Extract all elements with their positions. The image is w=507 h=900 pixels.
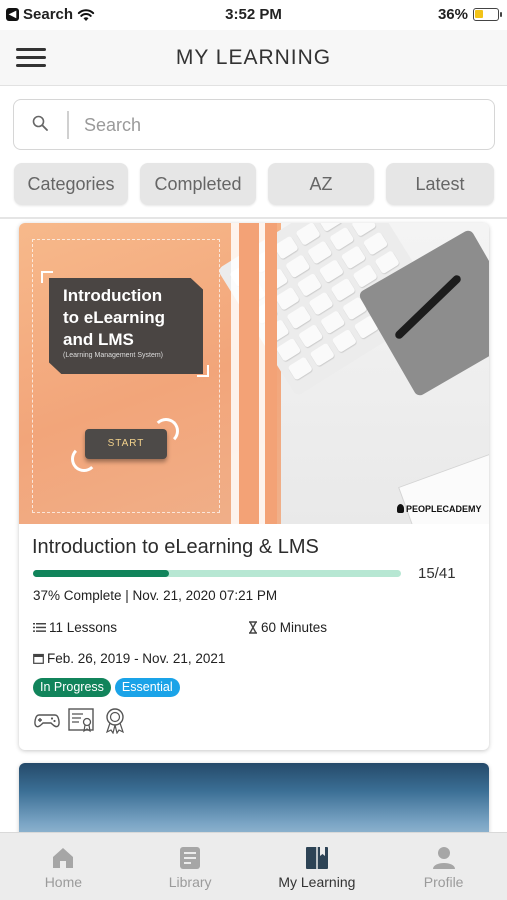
- lessons-progress: 15/41: [418, 565, 456, 582]
- course-title[interactable]: Introduction to eLearning & LMS: [32, 536, 319, 559]
- filter-completed-button[interactable]: Completed: [140, 163, 256, 205]
- tab-label: Home: [44, 874, 83, 890]
- filter-categories-button[interactable]: Categories: [14, 163, 128, 205]
- progress-fill: [33, 570, 170, 577]
- list-icon: [33, 623, 46, 632]
- status-badges: In Progress Essential: [33, 678, 180, 697]
- tab-bar: Home Library My Learning Profile: [0, 832, 507, 900]
- profile-icon: [432, 847, 455, 869]
- gamepad-icon: [33, 706, 61, 734]
- status-bar: ◀ Search 3:52 PM 36%: [0, 0, 507, 28]
- divider: [0, 217, 507, 219]
- thumbnail-subtitle: (Learning Management System): [63, 352, 163, 359]
- date-range: Feb. 26, 2019 - Nov. 21, 2021: [47, 651, 226, 666]
- status-badge: In Progress: [33, 678, 111, 697]
- filter-latest-button[interactable]: Latest: [386, 163, 494, 205]
- clock: 3:52 PM: [225, 6, 282, 23]
- lessons-count: 11 Lessons: [49, 620, 118, 635]
- tab-home[interactable]: Home: [0, 833, 127, 900]
- course-thumbnail[interactable]: Introduction to eLearning and LMS (Learn…: [19, 223, 489, 524]
- tab-label: Library: [168, 874, 212, 890]
- award-icon: [101, 706, 129, 735]
- thumbnail-title-box: Introduction to eLearning and LMS (Learn…: [49, 278, 203, 374]
- duration-meta: 60 Minutes: [248, 620, 327, 635]
- tab-library[interactable]: Library: [127, 833, 254, 900]
- brand-logo: PEOPLECADEMY: [397, 504, 482, 514]
- course-details: Introduction to eLearning & LMS 15/41 37…: [19, 524, 489, 750]
- progress-bar: [33, 570, 401, 577]
- tab-label: My Learning: [278, 874, 356, 890]
- certificate-icon: [67, 706, 95, 734]
- thumbnail-title-line: to eLearning: [63, 308, 166, 327]
- my-learning-icon: [305, 847, 328, 869]
- page-title: MY LEARNING: [175, 46, 332, 69]
- home-icon: [53, 848, 74, 868]
- battery-icon: [473, 8, 502, 21]
- duration: 60 Minutes: [261, 620, 328, 635]
- thumbnail-title-line: Introduction: [63, 286, 163, 305]
- completion-status: 37% Complete | Nov. 21, 2020 07:21 PM: [33, 588, 278, 603]
- thumbnail-start-button[interactable]: START: [85, 429, 167, 459]
- tab-my-learning[interactable]: My Learning: [254, 833, 381, 900]
- app-header: MY LEARNING: [0, 30, 507, 86]
- course-card[interactable]: [19, 763, 489, 843]
- tab-label: Profile: [423, 874, 464, 890]
- search-divider: [67, 111, 69, 139]
- library-icon: [180, 847, 201, 869]
- filter-bar: Categories Completed AZ Latest: [14, 163, 494, 205]
- battery-percent: 36%: [437, 6, 468, 23]
- thumbnail-title-line: and LMS: [63, 330, 134, 349]
- hourglass-icon: [249, 621, 257, 634]
- tab-profile[interactable]: Profile: [380, 833, 507, 900]
- filter-az-button[interactable]: AZ: [268, 163, 374, 205]
- category-badge: Essential: [114, 678, 180, 697]
- search-icon: [32, 115, 48, 131]
- course-type-icons: [33, 706, 129, 735]
- search-input[interactable]: [84, 110, 474, 140]
- lessons-meta: 11 Lessons: [33, 620, 117, 635]
- search-bar: [13, 99, 495, 150]
- dates-meta: Feb. 26, 2019 - Nov. 21, 2021: [33, 651, 225, 666]
- battery-status: 36%: [437, 6, 502, 23]
- course-card[interactable]: Introduction to eLearning and LMS (Learn…: [19, 223, 489, 750]
- calendar-icon: [33, 653, 44, 664]
